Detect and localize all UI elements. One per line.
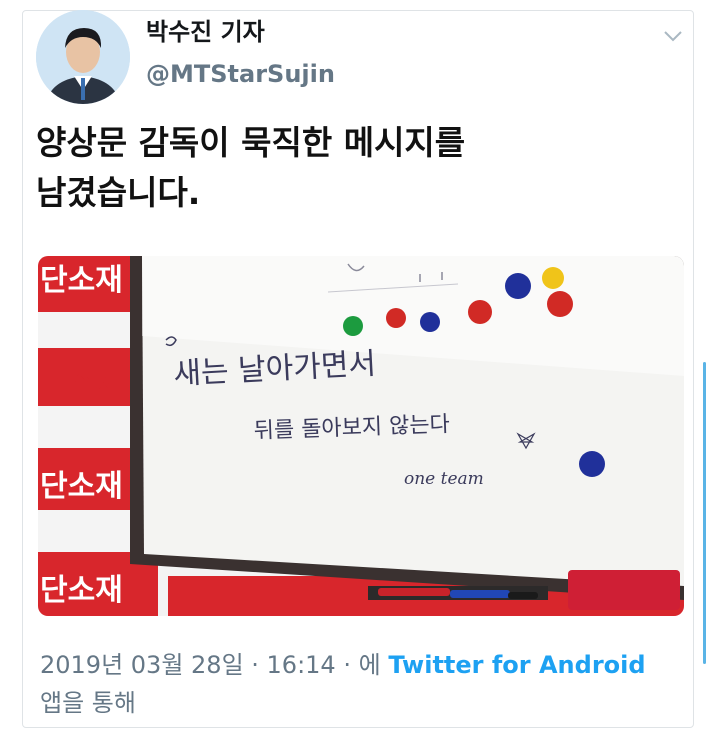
marker (378, 588, 450, 596)
magnet (386, 308, 406, 328)
author-name[interactable]: 박수진 기자 (146, 12, 265, 47)
tweet-source-link[interactable]: Twitter for Android (388, 651, 645, 679)
board-signature: one team (404, 469, 484, 489)
magnet (468, 300, 492, 324)
magnet (547, 291, 573, 317)
wall-text: 단소재 (40, 573, 123, 608)
tweet-timestamp[interactable]: 2019년 03월 28일 · 16:14 · 에 (40, 651, 381, 679)
tweet-text-line-2: 남겼습니다. (36, 173, 201, 212)
magnet (343, 316, 363, 336)
tweet-text-line-1: 양상문 감독이 묵직한 메시지를 (36, 123, 466, 162)
author-handle[interactable]: @MTStarSujin (146, 60, 335, 88)
magnet (505, 273, 531, 299)
tweet-meta-line-1: 2019년 03월 28일 · 16:14 · 에 Twitter for An… (40, 646, 680, 684)
tweet-text: 양상문 감독이 묵직한 메시지를 남겼습니다. (36, 118, 666, 218)
marker (508, 592, 538, 599)
wall-text: 단소재 (40, 365, 123, 400)
magnet (542, 267, 564, 289)
tweet-photo[interactable]: 단소재 단소재 단소재 단소재 새는 날아가면서 뒤를 돌아보지 않는다 one (38, 256, 684, 616)
magnet (420, 312, 440, 332)
wall-text: 단소재 (40, 469, 123, 504)
magnet (579, 451, 605, 477)
eraser (568, 570, 680, 610)
tweet-meta: 2019년 03월 28일 · 16:14 · 에 Twitter for An… (40, 646, 680, 722)
tweet-source-suffix: 앱을 통해 (40, 689, 136, 717)
marker (450, 590, 510, 598)
chevron-down-icon[interactable] (662, 28, 684, 44)
author-avatar[interactable] (36, 10, 130, 104)
wall-text: 단소재 (40, 263, 123, 298)
scrollbar-thumb[interactable] (703, 362, 706, 664)
